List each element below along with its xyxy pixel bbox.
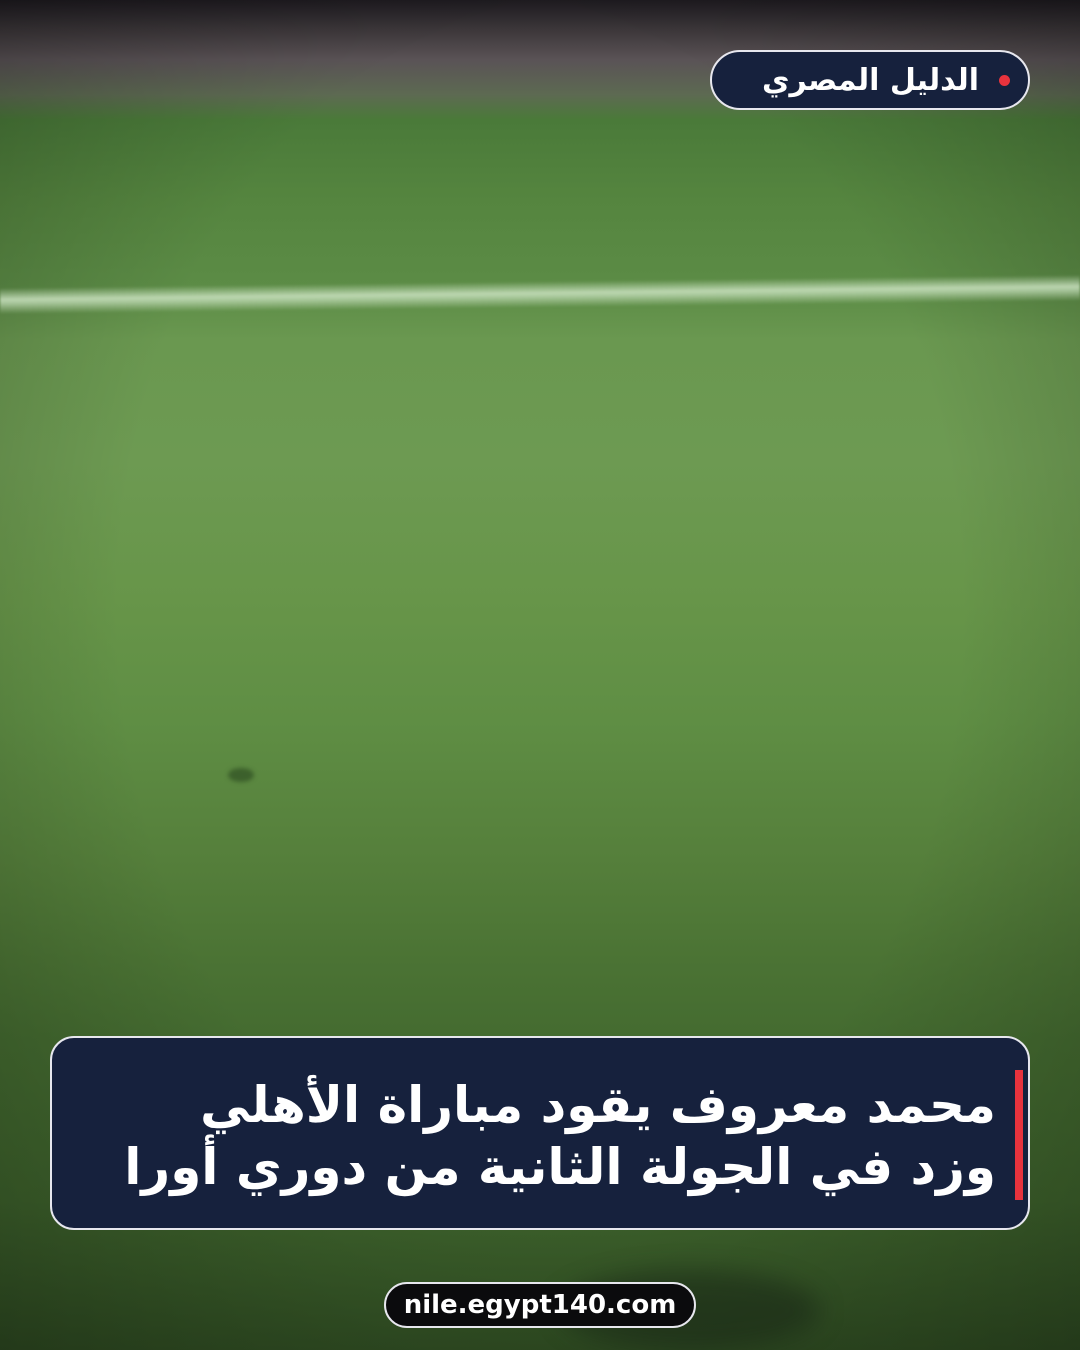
headline-line-2: وزد في الجولة الثانية من دوري أورا xyxy=(124,1138,996,1196)
headline-accent-bar xyxy=(1015,1070,1023,1200)
live-dot-icon xyxy=(999,74,1010,86)
headline-text: محمد معروف يقود مباراة الأهلي وزد في الج… xyxy=(86,1074,996,1198)
headline-card: محمد معروف يقود مباراة الأهلي وزد في الج… xyxy=(50,1036,1030,1230)
brand-badge: الدليل المصري xyxy=(710,50,1030,110)
headline-line-1: محمد معروف يقود مباراة الأهلي xyxy=(200,1076,996,1134)
source-url-badge[interactable]: nile.egypt140.com xyxy=(384,1282,696,1328)
source-url[interactable]: nile.egypt140.com xyxy=(404,1290,677,1320)
grass-dark-spot xyxy=(228,768,254,782)
brand-name: الدليل المصري xyxy=(762,62,979,98)
